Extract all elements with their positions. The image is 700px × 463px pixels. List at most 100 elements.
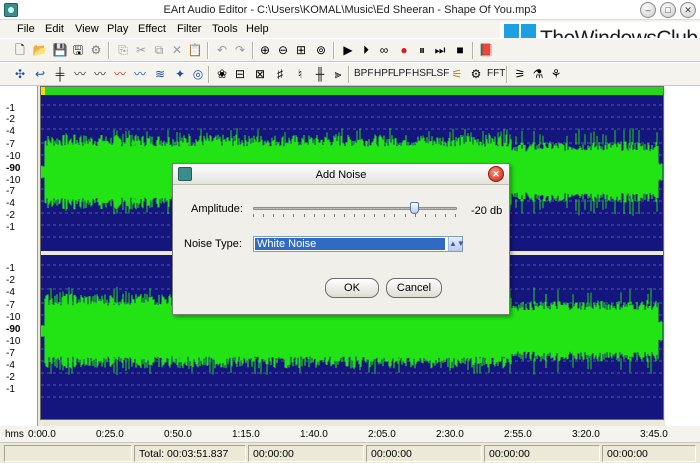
- generate-tone-icon[interactable]: ⚞: [512, 66, 528, 82]
- loop-icon[interactable]: ∞: [376, 42, 392, 58]
- dialog-title-bar: Add Noise ✕: [173, 164, 509, 185]
- ok-button[interactable]: OK: [325, 278, 379, 298]
- amplitude-slider-thumb[interactable]: [410, 202, 420, 214]
- ruler-label: -1: [6, 384, 15, 395]
- slider-tick: [455, 214, 456, 217]
- time-tick-label: 0:25.0: [96, 429, 124, 440]
- equalizer-icon[interactable]: ⚟: [449, 66, 465, 82]
- delete-icon[interactable]: ✕: [169, 42, 185, 58]
- time-tick-label: 0:50.0: [164, 429, 192, 440]
- slider-tick: [374, 214, 376, 217]
- menu-edit[interactable]: Edit: [45, 23, 64, 35]
- effects-toolbar: ✣ ↩ ╪ 〰 〰 〰 〰 ≋ ✦ ◎ ❀ ⊟ ⊠ ♯ ♮ ╫ ⫸ BPF HP…: [0, 62, 700, 86]
- ruler-label: -10: [6, 175, 21, 186]
- menu-help[interactable]: Help: [246, 23, 269, 35]
- menu-effect[interactable]: Effect: [138, 23, 166, 35]
- time-tick-label: 0:00.0: [28, 429, 56, 440]
- copy-icon[interactable]: ⧉: [151, 42, 167, 58]
- status-time-4: 00:00:00: [602, 445, 696, 462]
- slider-tick: [273, 214, 275, 217]
- amplify-icon[interactable]: 〰: [72, 66, 88, 82]
- trim-icon[interactable]: ⎘: [115, 42, 131, 58]
- fft-button[interactable]: FFT: [487, 68, 505, 79]
- insert-silence-icon[interactable]: ╪: [52, 66, 68, 82]
- hpf-button[interactable]: HPF: [374, 68, 394, 79]
- slider-tick: [404, 214, 406, 217]
- slider-tick: [253, 214, 254, 217]
- time-tick-label: 2:30.0: [436, 429, 464, 440]
- zoom-selection-icon[interactable]: ⊞: [293, 42, 309, 58]
- menu-filter[interactable]: Filter: [177, 23, 201, 35]
- save-icon[interactable]: 💾: [52, 42, 68, 58]
- noise-type-select[interactable]: White Noise ▲▼: [253, 236, 465, 252]
- tempo-icon[interactable]: ♮: [292, 66, 308, 82]
- bpf-button[interactable]: BPF: [354, 68, 373, 79]
- zoom-in-icon[interactable]: ⊕: [257, 42, 273, 58]
- play-icon[interactable]: ▶: [340, 42, 356, 58]
- play-selection-icon[interactable]: ⏵: [358, 42, 374, 58]
- dialog-title: Add Noise: [315, 169, 367, 181]
- zoom-out-icon[interactable]: ⊖: [275, 42, 291, 58]
- cancel-button[interactable]: Cancel: [386, 278, 442, 298]
- slider-tick: [384, 214, 386, 217]
- amplitude-slider-track[interactable]: [253, 207, 457, 210]
- skip-icon[interactable]: ⏭: [432, 42, 448, 58]
- properties-icon[interactable]: ⚙: [88, 42, 104, 58]
- ruler-label: -1: [6, 263, 15, 274]
- lpf-button[interactable]: LPF: [393, 68, 411, 79]
- pause-icon[interactable]: ⏸: [414, 42, 430, 58]
- menu-play[interactable]: Play: [107, 23, 128, 35]
- menu-tools[interactable]: Tools: [212, 23, 238, 35]
- menu-file[interactable]: File: [17, 23, 35, 35]
- maximize-button[interactable]: □: [660, 2, 676, 18]
- ruler-label: -2: [6, 210, 15, 221]
- slider-tick: [283, 214, 285, 217]
- generate-silence-icon[interactable]: ⚘: [548, 66, 564, 82]
- redo-icon[interactable]: ↷: [232, 42, 248, 58]
- echo-icon[interactable]: ≋: [152, 66, 168, 82]
- normalize-icon[interactable]: 〰: [92, 66, 108, 82]
- reverb-icon[interactable]: ◎: [190, 66, 206, 82]
- dialog-close-button[interactable]: ✕: [488, 166, 504, 182]
- lsf-button[interactable]: LSF: [431, 68, 449, 79]
- chorus-icon[interactable]: ✦: [172, 66, 188, 82]
- cut-icon[interactable]: ✂: [133, 42, 149, 58]
- dropdown-arrow-icon[interactable]: ▲▼: [448, 237, 465, 251]
- slider-tick: [414, 214, 416, 217]
- main-toolbar: 🗋 📂 💾 🖫 ⚙ ⎘ ✂ ⧉ ✕ 📋 ↶ ↷ ⊕ ⊖ ⊞ ⊚ ▶ ⏵ ∞ ● …: [0, 38, 700, 62]
- phaser-icon[interactable]: ⊠: [252, 66, 268, 82]
- reverse-icon[interactable]: ↩: [32, 66, 48, 82]
- close-button[interactable]: ✕: [680, 2, 696, 18]
- paste-icon[interactable]: 📋: [187, 42, 203, 58]
- expand-icon[interactable]: ✣: [12, 66, 28, 82]
- amplitude-ruler: -1 -2 -4 -7 -10 -90 -10 -7 -4 -2 -1 -1 -2 -4 -7 -10 -90-…: [0, 86, 38, 426]
- save-as-icon[interactable]: 🖫: [70, 42, 86, 58]
- help-book-icon[interactable]: 📕: [478, 42, 494, 58]
- open-folder-icon[interactable]: 📂: [32, 42, 48, 58]
- stop-icon[interactable]: ■: [452, 42, 468, 58]
- slider-tick: [313, 214, 315, 217]
- new-file-icon[interactable]: 🗋: [12, 42, 28, 58]
- zoom-all-icon[interactable]: ⊚: [313, 42, 329, 58]
- time-unit-label: hms: [5, 429, 24, 440]
- amplitude-slider-ticks: [253, 214, 457, 218]
- status-cell-empty: [4, 445, 132, 462]
- undo-icon[interactable]: ↶: [214, 42, 230, 58]
- generate-noise-icon[interactable]: ⚗: [530, 66, 546, 82]
- time-tick-label: 2:05.0: [368, 429, 396, 440]
- noise-icon[interactable]: ╫: [312, 66, 328, 82]
- slider-tick: [354, 214, 355, 217]
- menu-view[interactable]: View: [75, 23, 99, 35]
- analyze-icon[interactable]: ⚙: [468, 66, 484, 82]
- minimize-button[interactable]: –: [640, 2, 656, 18]
- fade-in-icon[interactable]: 〰: [112, 66, 128, 82]
- flanger-icon[interactable]: ⊟: [232, 66, 248, 82]
- compressor-icon[interactable]: ⫸: [330, 66, 346, 82]
- record-icon[interactable]: ●: [396, 42, 412, 58]
- noise-type-label: Noise Type:: [184, 238, 242, 250]
- vibrato-icon[interactable]: ❀: [214, 66, 230, 82]
- hsf-button[interactable]: HSF: [412, 68, 432, 79]
- fade-out-icon[interactable]: 〰: [132, 66, 148, 82]
- noise-type-value: White Noise: [255, 238, 445, 250]
- pitch-icon[interactable]: ♯: [272, 66, 288, 82]
